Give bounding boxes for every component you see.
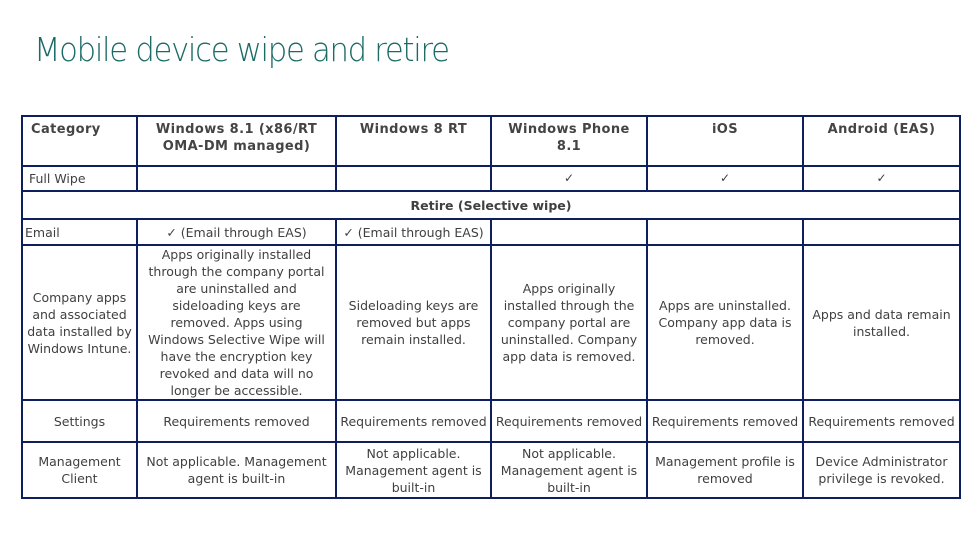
management-client-windows-8-rt: Not applicable. Management agent is buil…	[335, 441, 492, 499]
header-ios: iOS	[646, 115, 804, 167]
settings-windows-8-1: Requirements removed	[136, 399, 337, 443]
page-title: Mobile device wipe and retire	[34, 30, 450, 69]
full-wipe-windows-8-1	[136, 165, 337, 192]
management-client-windows-phone-8-1: Not applicable. Management agent is buil…	[490, 441, 648, 499]
company-apps-ios: Apps are uninstalled. Company app data i…	[646, 244, 804, 401]
email-ios	[646, 218, 804, 246]
row-label-email: Email	[21, 218, 138, 246]
settings-android: Requirements removed	[802, 399, 961, 443]
row-label-company-apps: Company apps and associated data install…	[21, 244, 138, 401]
company-apps-windows-phone-8-1: Apps originally installed through the co…	[490, 244, 648, 401]
wipe-retire-comparison-table: Category Windows 8.1 (x86/RT OMA-DM mana…	[21, 115, 961, 499]
row-label-management-client: Management Client	[21, 441, 138, 499]
check-icon: ✓	[490, 165, 648, 192]
row-label-full-wipe: Full Wipe	[21, 165, 138, 192]
table-row-management-client: Management Client Not applicable. Manage…	[21, 441, 961, 499]
management-client-windows-8-1: Not applicable. Management agent is buil…	[136, 441, 337, 499]
table-row-full-wipe: Full Wipe ✓ ✓ ✓	[21, 165, 961, 192]
header-category: Category	[21, 115, 138, 167]
full-wipe-windows-8-rt	[335, 165, 492, 192]
table-row-company-apps: Company apps and associated data install…	[21, 244, 961, 401]
settings-windows-8-rt: Requirements removed	[335, 399, 492, 443]
row-label-settings: Settings	[21, 399, 138, 443]
email-windows-phone-8-1	[490, 218, 648, 246]
check-icon: ✓	[802, 165, 961, 192]
header-windows-8-1: Windows 8.1 (x86/RT OMA-DM managed)	[136, 115, 337, 167]
settings-windows-phone-8-1: Requirements removed	[490, 399, 648, 443]
management-client-ios: Management profile is removed	[646, 441, 804, 499]
company-apps-android: Apps and data remain installed.	[802, 244, 961, 401]
email-android	[802, 218, 961, 246]
email-windows-8-rt: ✓ (Email through EAS)	[335, 218, 492, 246]
retire-section-heading: Retire (Selective wipe)	[21, 190, 961, 220]
header-windows-8-rt: Windows 8 RT	[335, 115, 492, 167]
settings-ios: Requirements removed	[646, 399, 804, 443]
header-android-eas: Android (EAS)	[802, 115, 961, 167]
company-apps-windows-8-1: Apps originally installed through the co…	[136, 244, 337, 401]
table-row-retire-heading: Retire (Selective wipe)	[21, 190, 961, 220]
company-apps-windows-8-rt: Sideloading keys are removed but apps re…	[335, 244, 492, 401]
header-windows-phone-8-1: Windows Phone 8.1	[490, 115, 648, 167]
email-windows-8-1: ✓ (Email through EAS)	[136, 218, 337, 246]
table-header-row: Category Windows 8.1 (x86/RT OMA-DM mana…	[21, 115, 961, 167]
table-row-settings: Settings Requirements removed Requiremen…	[21, 399, 961, 443]
table-row-email: Email ✓ (Email through EAS) ✓ (Email thr…	[21, 218, 961, 246]
management-client-android: Device Administrator privilege is revoke…	[802, 441, 961, 499]
check-icon: ✓	[646, 165, 804, 192]
